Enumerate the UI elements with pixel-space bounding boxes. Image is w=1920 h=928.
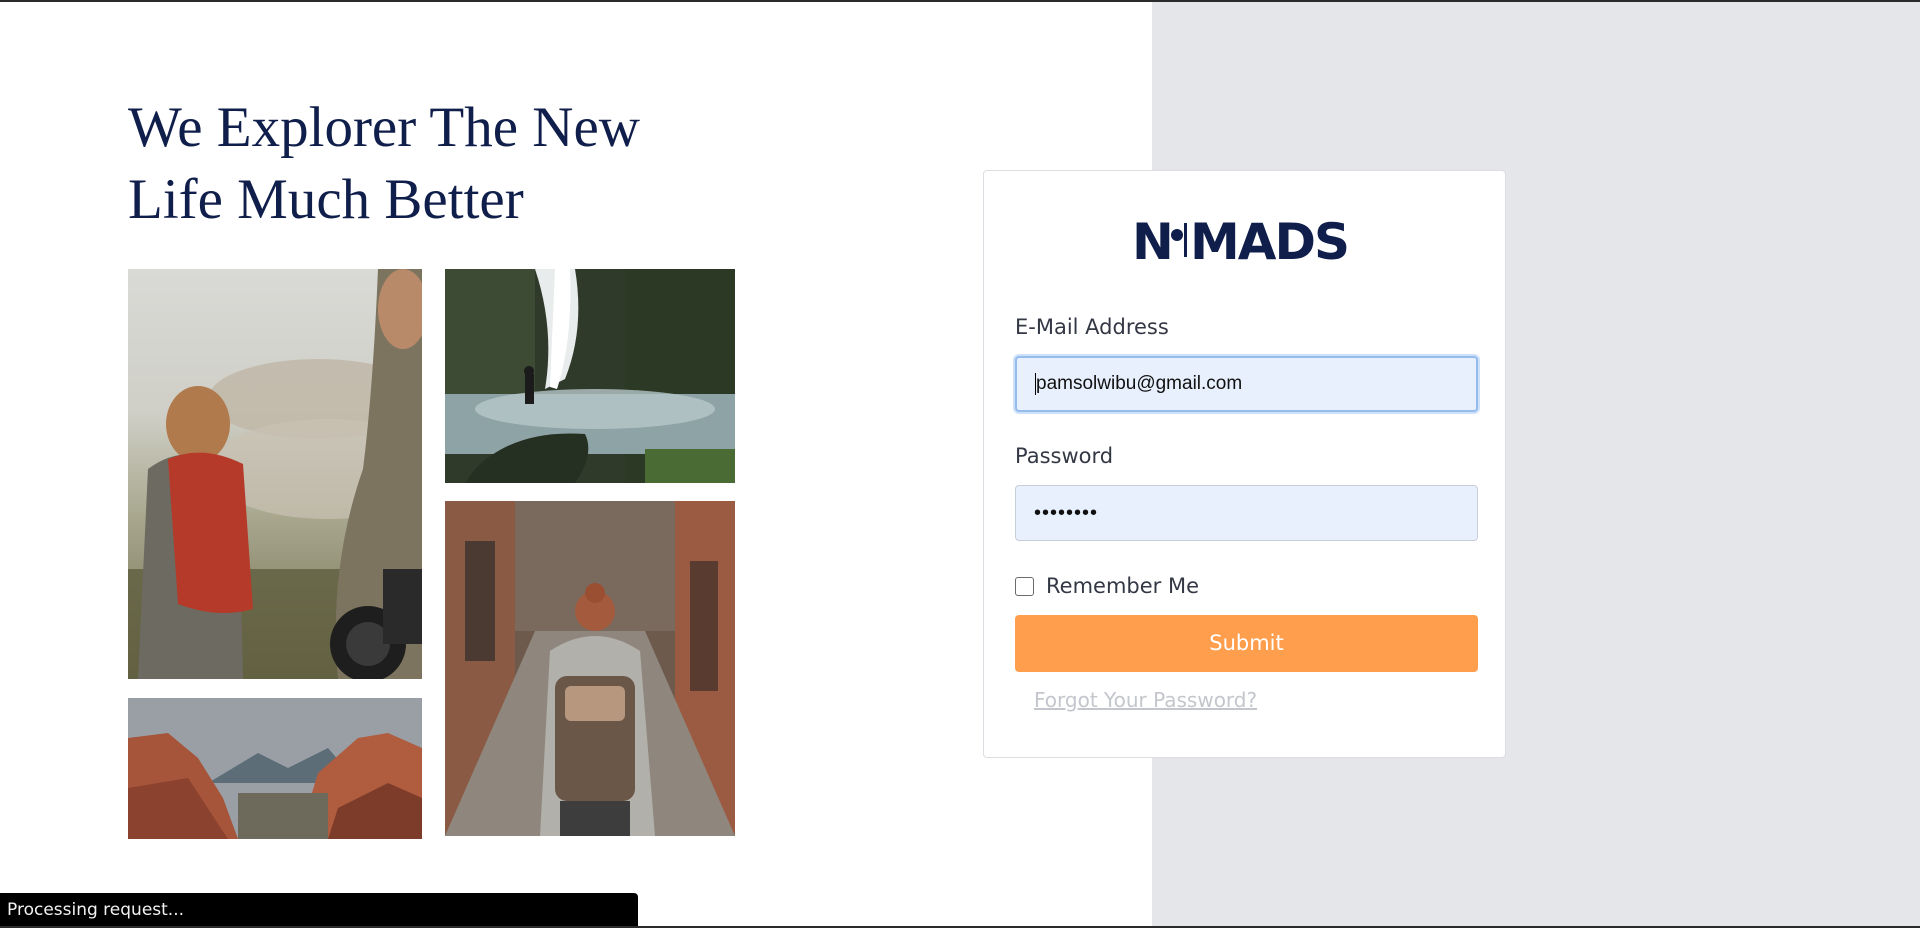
password-value: ••••••••	[1034, 501, 1099, 524]
email-input[interactable]: pamsolwibu@gmail.com	[1015, 356, 1478, 412]
login-card: N MADS E-Mail Address pamsolwibu@gmail.c…	[983, 170, 1506, 758]
password-input[interactable]: ••••••••	[1015, 485, 1478, 541]
headline-line-2: Life Much Better	[128, 168, 524, 231]
status-bar: Processing request...	[0, 893, 638, 928]
password-label: Password	[1015, 444, 1114, 468]
hero-headline: We Explorer The New Life Much Better	[128, 92, 748, 236]
email-label: E-Mail Address	[1015, 315, 1169, 339]
forgot-password-link[interactable]: Forgot Your Password?	[1034, 688, 1257, 712]
submit-button[interactable]: Submit	[1015, 615, 1478, 672]
svg-text:N: N	[1132, 213, 1172, 269]
photo-waterfall-hiker	[445, 269, 735, 483]
photo-hikers-with-camera	[128, 269, 422, 679]
photo-alley-backpacker	[445, 501, 735, 836]
nomads-logo: N MADS	[1132, 211, 1362, 269]
remember-me-checkbox[interactable]	[1015, 576, 1034, 596]
email-value: pamsolwibu@gmail.com	[1036, 373, 1243, 394]
svg-text:MADS: MADS	[1190, 213, 1348, 269]
remember-me-row: Remember Me	[1015, 574, 1199, 598]
photo-red-rock-mountains	[128, 698, 422, 839]
remember-me-label[interactable]: Remember Me	[1046, 574, 1199, 598]
headline-line-1: We Explorer The New	[128, 96, 640, 159]
